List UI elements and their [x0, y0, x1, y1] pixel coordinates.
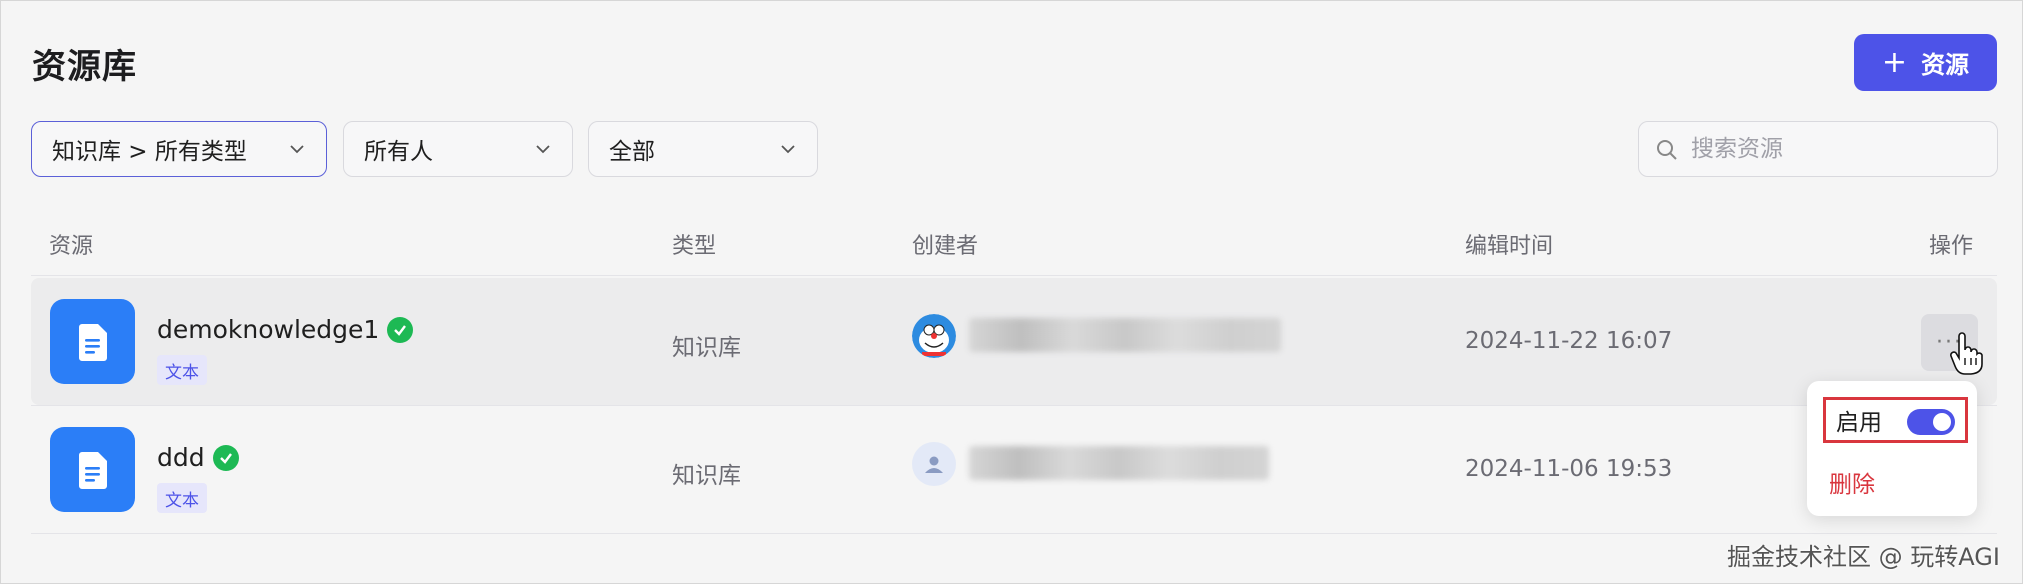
search-box[interactable] [1638, 121, 1998, 177]
resource-tag: 文本 [157, 355, 207, 385]
category-select[interactable]: 知识库 > 所有类型 [31, 121, 327, 177]
header-divider [31, 275, 1997, 276]
enable-toggle-switch[interactable] [1907, 409, 1955, 435]
page-title: 资源库 [32, 47, 137, 87]
resource-tag: 文本 [157, 483, 207, 513]
plus-icon: + [1881, 44, 1908, 80]
actions-dropdown-menu: 启用 删除 [1807, 381, 1977, 516]
edited-time: 2024-11-22 16:07 [1465, 328, 1673, 354]
resource-type: 知识库 [672, 463, 741, 489]
search-input[interactable] [1691, 136, 1981, 162]
column-header-edited: 编辑时间 [1465, 234, 1554, 259]
column-header-actions: 操作 [1929, 234, 1974, 259]
resource-name-text: ddd [157, 443, 205, 472]
check-circle-icon [212, 444, 239, 471]
add-resource-label: 资源 [1921, 51, 1970, 79]
status-select[interactable]: 全部 [588, 121, 818, 177]
creator-name-redacted [969, 318, 1281, 352]
edited-time: 2024-11-06 19:53 [1465, 456, 1673, 482]
row-divider [31, 533, 1997, 534]
column-header-resource: 资源 [49, 234, 94, 259]
resource-name[interactable]: ddd [157, 443, 239, 472]
table-row[interactable]: ddd 文本 知识库 2024-11-06 19:53 [31, 406, 1997, 533]
delete-menu-item[interactable]: 删除 [1829, 465, 1875, 499]
add-resource-button[interactable]: + 资源 [1854, 34, 1997, 91]
chevron-down-icon [781, 145, 795, 154]
chevron-down-icon [536, 145, 550, 154]
column-header-type: 类型 [672, 234, 717, 259]
watermark: 掘金技术社区 @ 玩转AGI [1727, 543, 2000, 571]
check-circle-icon [387, 316, 414, 343]
owner-select[interactable]: 所有人 [343, 121, 573, 177]
toggle-knob [1933, 413, 1951, 431]
search-icon [1657, 140, 1677, 160]
table-row[interactable]: demoknowledge1 文本 知识库 2024-11-22 16:07 ·… [31, 278, 1997, 405]
enable-label: 启用 [1836, 410, 1882, 436]
resource-library-page: 资源库 + 资源 知识库 > 所有类型 所有人 全部 资源 类型 创建者 编辑时… [0, 0, 2023, 584]
owner-select-value: 所有人 [364, 139, 433, 165]
creator-name-redacted [969, 446, 1269, 480]
document-icon [50, 427, 135, 512]
resource-name-text: demoknowledge1 [157, 315, 380, 344]
column-header-creator: 创建者 [912, 234, 979, 259]
resource-name[interactable]: demoknowledge1 [157, 315, 414, 344]
category-select-value: 知识库 > 所有类型 [52, 139, 247, 165]
document-icon [50, 299, 135, 384]
status-select-value: 全部 [609, 139, 655, 165]
avatar [912, 442, 956, 486]
enable-menu-item[interactable]: 启用 [1823, 397, 1968, 443]
avatar [912, 314, 956, 358]
chevron-down-icon [290, 145, 304, 154]
hand-cursor-icon [1950, 332, 1983, 375]
resource-type: 知识库 [672, 335, 741, 361]
